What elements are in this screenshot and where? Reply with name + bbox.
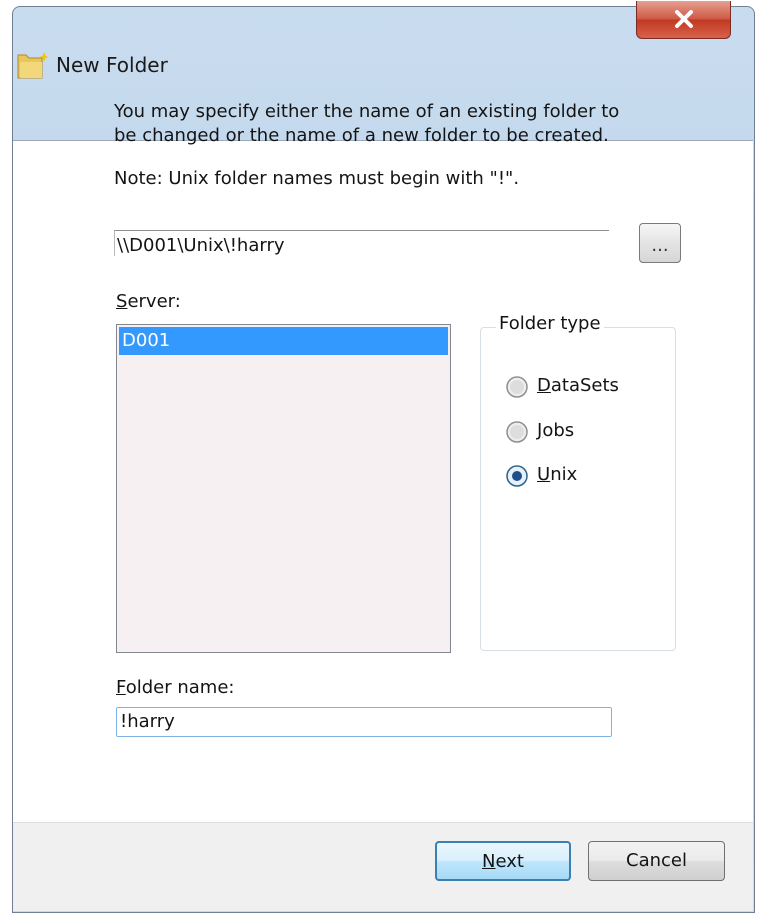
jobs-radio[interactable]	[505, 420, 529, 444]
close-button[interactable]	[636, 1, 731, 39]
instruction-line-2: be changed or the name of a new folder t…	[114, 125, 609, 146]
instruction-line-1: You may specify either the name of an ex…	[114, 101, 620, 122]
unix-note: Note: Unix folder names must begin with …	[114, 168, 520, 189]
server-list-item[interactable]: D001	[119, 327, 448, 355]
folder-name-label: Folder name:	[116, 677, 235, 698]
cancel-button[interactable]: Cancel	[588, 841, 725, 881]
folder-path-field[interactable]: \\D001\Unix\!harry	[114, 230, 609, 256]
folder-name-input[interactable]: !harry	[116, 707, 612, 737]
server-listbox[interactable]: D001	[116, 324, 451, 653]
browse-button[interactable]: ...	[639, 223, 681, 263]
new-folder-icon	[17, 52, 49, 79]
datasets-radio-label[interactable]: DataSets	[537, 375, 619, 396]
folder-type-legend: Folder type	[496, 313, 604, 334]
jobs-radio-label[interactable]: Jobs	[537, 420, 574, 441]
datasets-radio[interactable]	[505, 375, 529, 399]
next-button[interactable]: Next	[435, 841, 571, 881]
server-label: Server:	[116, 291, 181, 312]
window-title: New Folder	[56, 53, 168, 77]
unix-radio-label[interactable]: Unix	[537, 464, 577, 485]
close-icon	[675, 10, 693, 28]
unix-radio[interactable]	[505, 464, 529, 488]
